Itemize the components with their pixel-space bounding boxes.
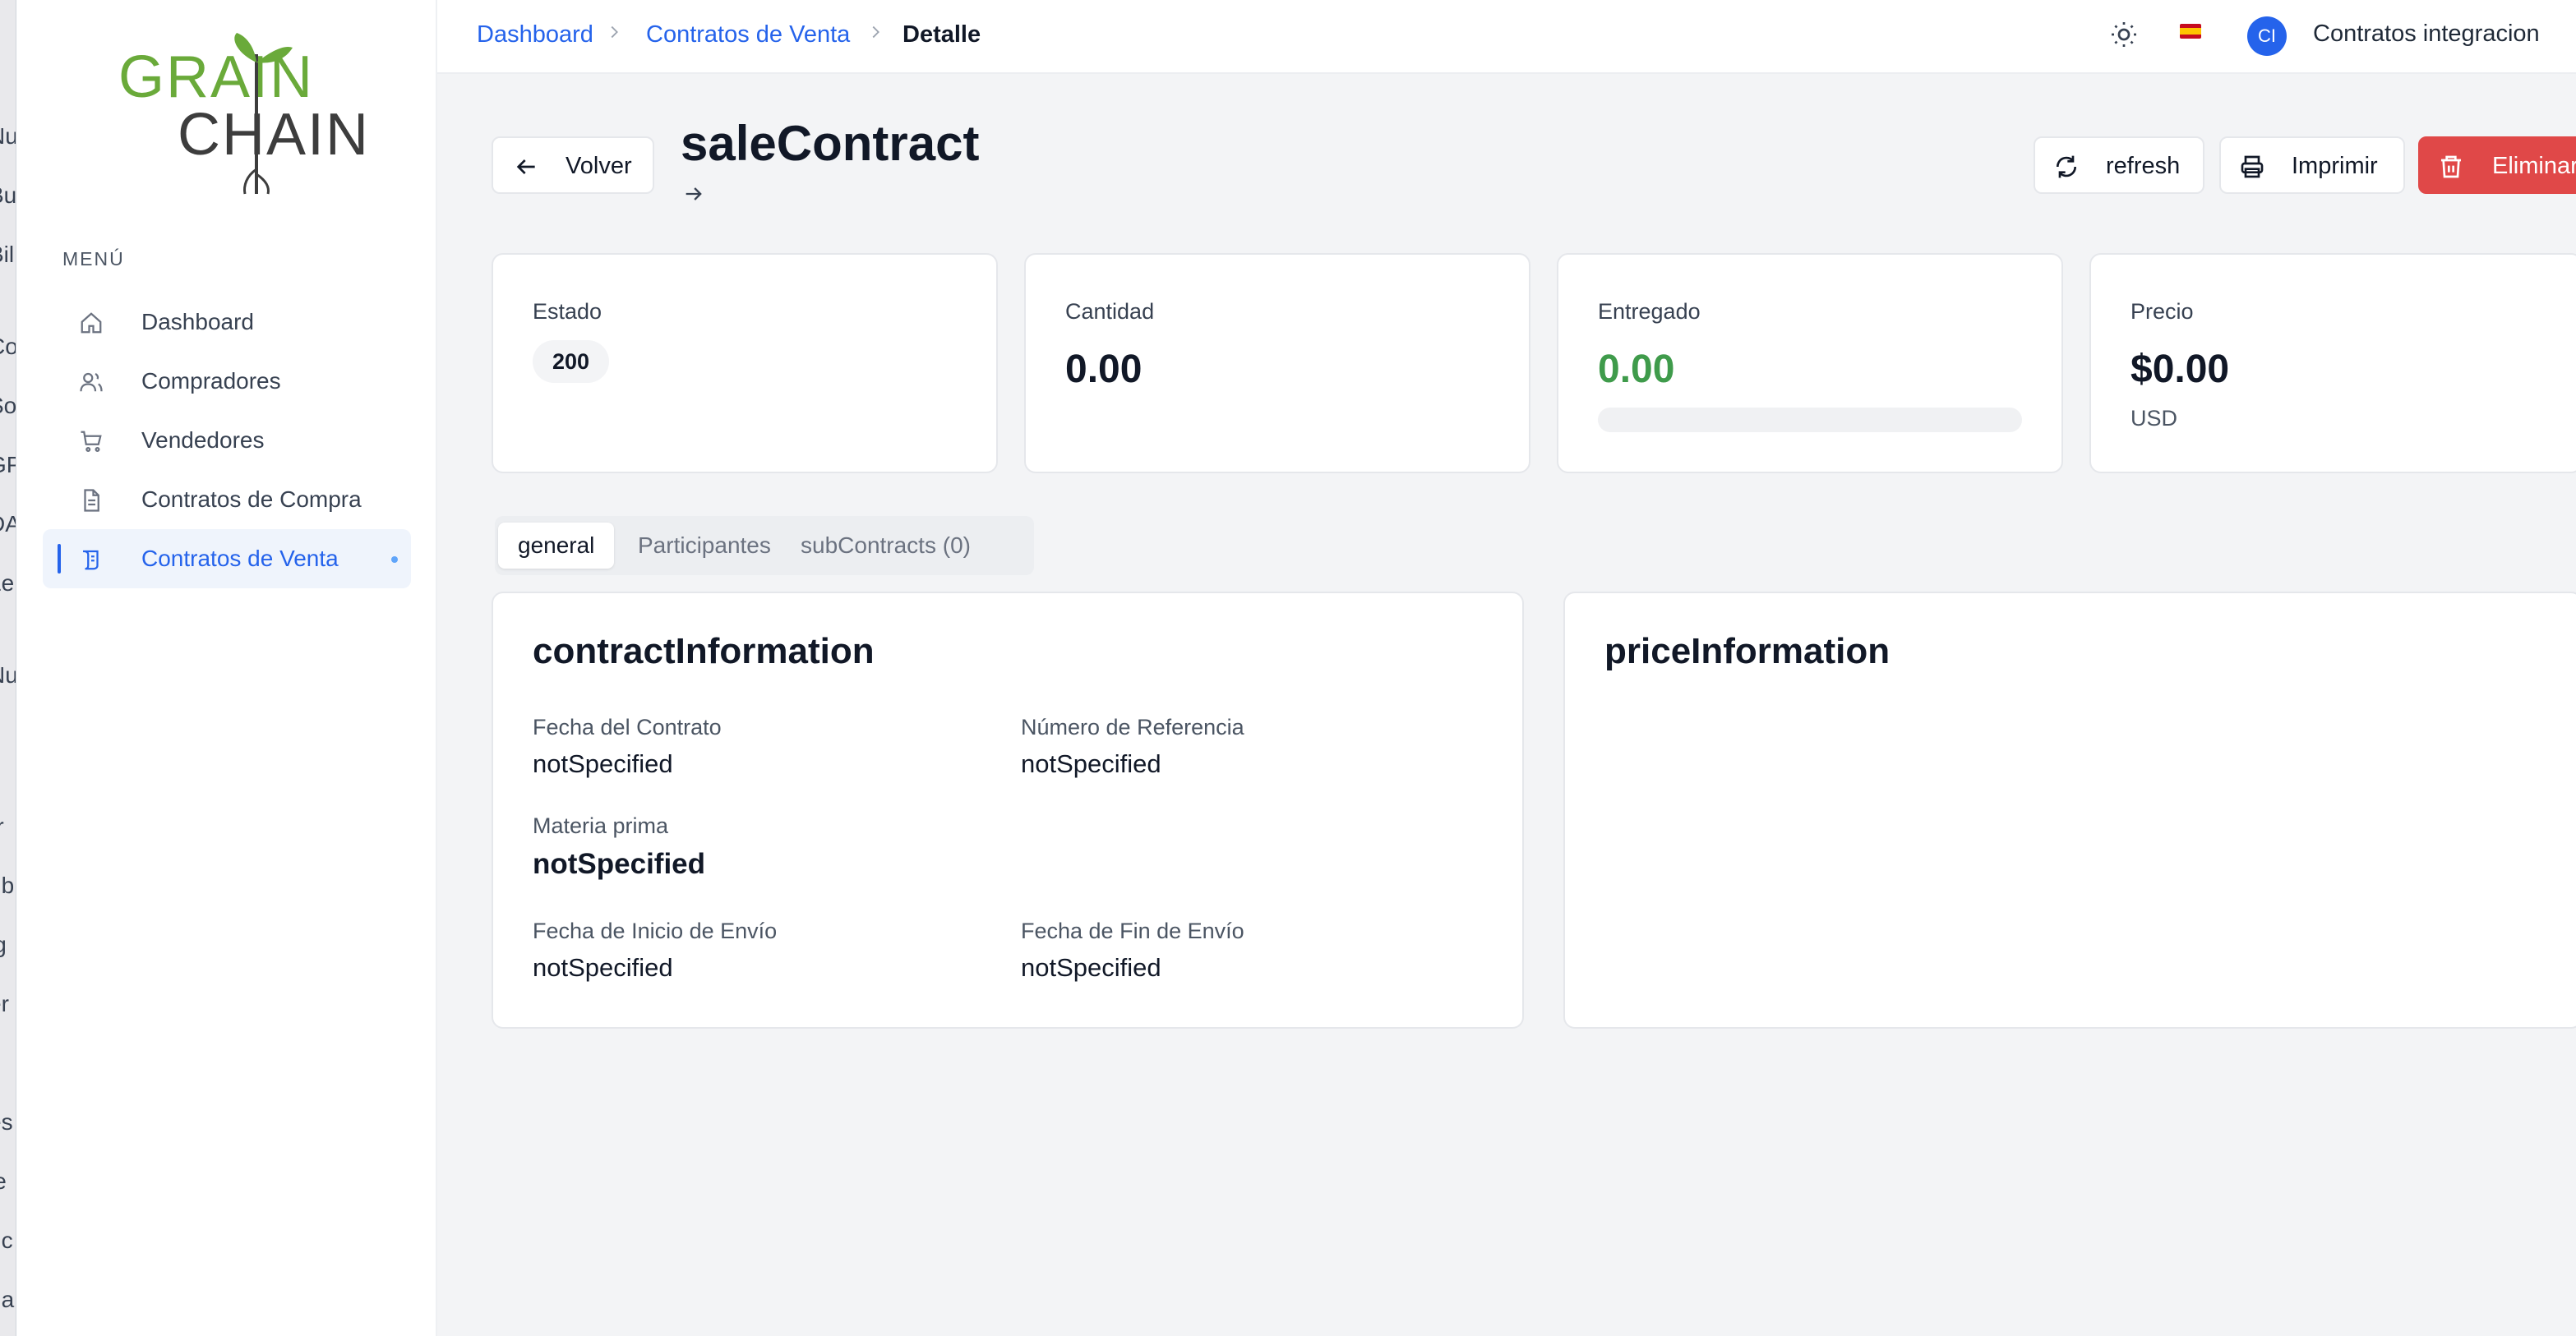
stat-value: 0.00 xyxy=(1065,348,1143,391)
stat-card-estado: Estado 200 xyxy=(492,253,998,473)
delete-button[interactable]: Eliminar xyxy=(2418,136,2576,194)
scroll-icon xyxy=(83,550,99,570)
chevron-right-icon xyxy=(611,25,618,39)
grain-chain-logo[interactable]: GRAIN CHAIN xyxy=(99,30,378,199)
background-window-edge: Nu Bu Bil Co So GP DA Le Nu s rr ub ig e… xyxy=(0,0,16,1336)
stat-label: Precio xyxy=(2131,299,2194,324)
printer-icon xyxy=(2241,155,2264,178)
background-text: Nu xyxy=(0,123,16,150)
background-text: GP xyxy=(0,452,16,478)
background-text: Bu xyxy=(0,182,16,208)
field-label: Materia prima xyxy=(533,813,669,838)
sidebar-item-label: Vendedores xyxy=(141,427,265,453)
refresh-button[interactable]: refresh xyxy=(2034,136,2204,194)
stat-value: 0.00 xyxy=(1598,348,1675,391)
status-badge: 200 xyxy=(533,340,610,383)
tab-participantes[interactable]: Participantes xyxy=(618,523,791,569)
delivery-progress-bar xyxy=(1598,408,2022,432)
background-text: uc xyxy=(0,1228,13,1253)
stat-value: $0.00 xyxy=(2131,348,2230,391)
background-text: le xyxy=(0,1168,7,1195)
background-text: es xyxy=(0,1109,13,1135)
currency-label: USD xyxy=(2131,406,2178,431)
stat-label: Entregado xyxy=(1598,299,1701,324)
background-text: na xyxy=(0,1287,15,1312)
background-text: Bil xyxy=(0,242,15,267)
sun-icon[interactable] xyxy=(2109,20,2139,49)
field-label: Fecha de Fin de Envío xyxy=(1021,919,1244,943)
users-icon xyxy=(80,372,103,392)
stat-label: Cantidad xyxy=(1065,299,1155,324)
trash-icon xyxy=(2441,155,2461,178)
field-value: notSpecified xyxy=(533,848,706,880)
cart-icon xyxy=(81,431,102,452)
arrow-right-icon xyxy=(686,187,702,200)
avatar[interactable]: CI xyxy=(2247,16,2287,56)
sidebar-item-contratos-compra[interactable]: Contratos de Compra xyxy=(43,470,411,529)
sidebar-item-label: Compradores xyxy=(141,368,281,394)
background-text: So xyxy=(0,393,16,418)
tab-list: general Participantes subContracts (0) xyxy=(495,516,1034,575)
sidebar-item-dashboard[interactable]: Dashboard xyxy=(43,293,411,352)
print-button-label: Imprimir xyxy=(2292,153,2378,179)
breadcrumb-detalle: Detalle xyxy=(903,21,981,48)
chevron-right-icon xyxy=(872,25,879,39)
refresh-button-label: refresh xyxy=(2106,153,2181,179)
menu-title: MENÚ xyxy=(62,248,125,270)
contract-information-card: contractInformation Fecha del Contrato n… xyxy=(492,592,1524,1029)
breadcrumb-contratos-venta[interactable]: Contratos de Venta xyxy=(646,21,850,48)
spain-flag-icon[interactable] xyxy=(2180,24,2201,39)
field-label: Fecha de Inicio de Envío xyxy=(533,919,778,943)
field-value: notSpecified xyxy=(533,953,673,982)
background-text: Co xyxy=(0,334,16,360)
stat-card-precio: Precio $0.00 USD xyxy=(2089,253,2576,473)
tab-subcontracts[interactable]: subContracts (0) xyxy=(781,523,990,569)
background-text: Nu xyxy=(0,662,16,689)
print-button[interactable]: Imprimir xyxy=(2219,136,2405,194)
field-value: notSpecified xyxy=(1021,749,1161,778)
sidebar-item-contratos-venta[interactable]: Contratos de Venta xyxy=(43,529,411,588)
field-value: notSpecified xyxy=(533,749,673,778)
sidebar-item-label: Contratos de Venta xyxy=(141,546,339,571)
tab-general[interactable]: general xyxy=(498,523,615,569)
sidebar-item-label: Contratos de Compra xyxy=(141,486,362,512)
stat-label: Estado xyxy=(533,299,602,324)
field-value: notSpecified xyxy=(1021,953,1161,982)
active-indicator-dot xyxy=(391,556,398,563)
background-text: ig xyxy=(0,932,7,958)
arrow-left-icon xyxy=(516,159,535,174)
sidebar-item-vendedores[interactable]: Vendedores xyxy=(43,411,411,470)
price-information-card: priceInformation xyxy=(1563,592,2576,1029)
section-title: priceInformation xyxy=(1604,631,1890,671)
background-text: DA xyxy=(0,511,16,537)
stat-card-entregado: Entregado 0.00 xyxy=(1557,253,2063,473)
back-button-label: Volver xyxy=(566,153,632,179)
refresh-icon xyxy=(2056,155,2077,178)
background-text: Le xyxy=(0,570,15,596)
background-text: rr xyxy=(0,813,4,840)
back-button[interactable]: Volver xyxy=(492,136,654,194)
field-label: Número de Referencia xyxy=(1021,715,1244,739)
logo-text-chain: CHAIN xyxy=(178,102,370,168)
stat-card-cantidad: Cantidad 0.00 xyxy=(1024,253,1530,473)
sidebar-item-label: Dashboard xyxy=(141,309,254,334)
home-icon xyxy=(81,312,102,334)
user-name[interactable]: Contratos integracion xyxy=(2313,21,2540,48)
breadcrumb-dashboard[interactable]: Dashboard xyxy=(477,21,593,48)
field-label: Fecha del Contrato xyxy=(533,715,722,739)
page-title: saleContract xyxy=(681,116,980,171)
background-text: er xyxy=(0,991,9,1016)
top-bar: Dashboard Contratos de Venta Detalle CI … xyxy=(437,0,2576,74)
background-text: ub xyxy=(0,873,15,898)
document-icon xyxy=(84,489,99,512)
sidebar: GRAIN CHAIN MENÚ Dashboard Compradores V… xyxy=(16,0,437,1336)
delete-button-label: Eliminar xyxy=(2492,153,2576,179)
sidebar-item-compradores[interactable]: Compradores xyxy=(43,352,411,411)
section-title: contractInformation xyxy=(533,631,875,671)
